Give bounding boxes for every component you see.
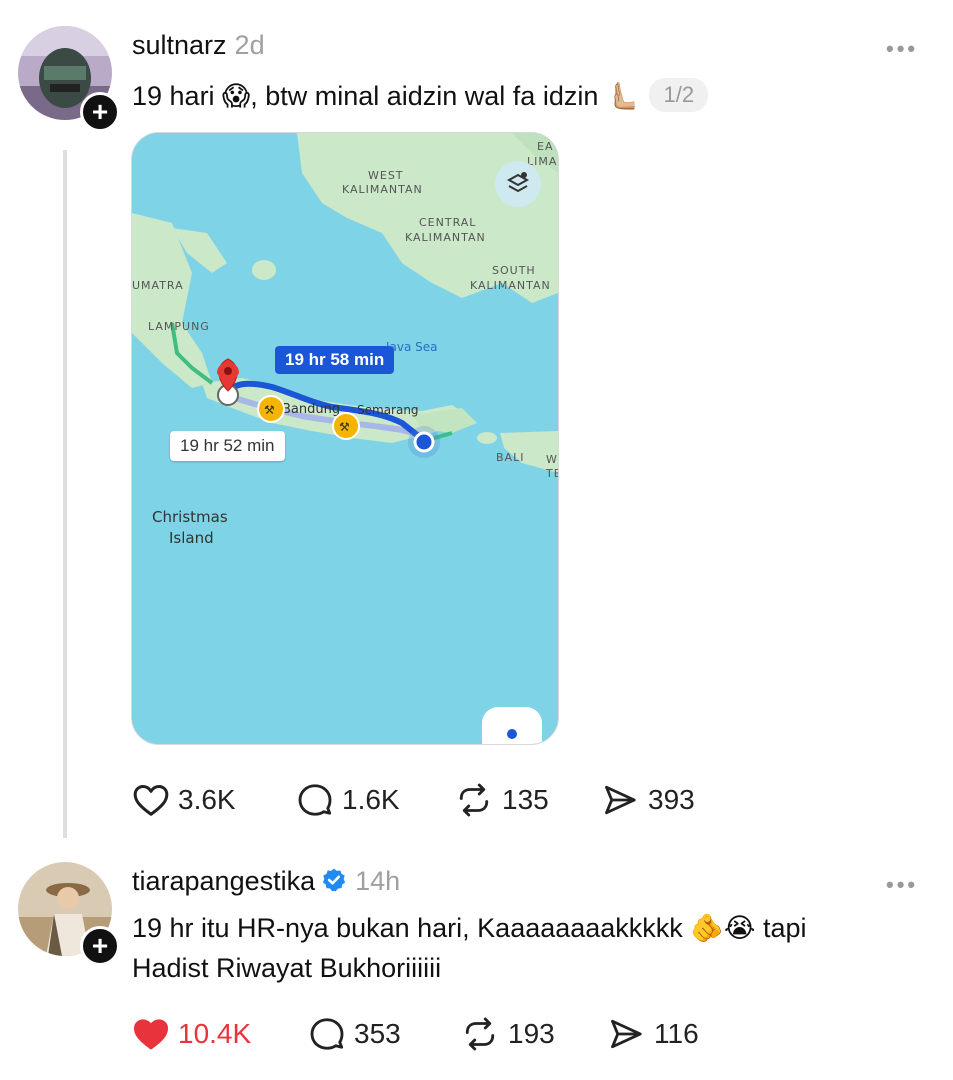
- thread-line: [63, 150, 67, 838]
- share-count: 116: [654, 1018, 699, 1049]
- map-label: LAMPUNG: [148, 320, 210, 333]
- route-time-primary-label: 19 hr 58 min: [285, 350, 385, 369]
- map-label: Island: [169, 529, 214, 547]
- repost-count: 193: [508, 1018, 555, 1049]
- follow-plus-icon[interactable]: +: [80, 92, 120, 132]
- map-label: CENTRAL: [419, 216, 476, 229]
- svg-text:⚒: ⚒: [339, 420, 350, 434]
- like-count: 3.6K: [178, 784, 236, 815]
- my-location-icon[interactable]: [482, 707, 542, 744]
- comment-button[interactable]: 353: [308, 1016, 401, 1052]
- username[interactable]: sultnarz: [132, 30, 227, 60]
- share-button[interactable]: 393: [600, 782, 695, 818]
- page-indicator: 1/2: [649, 78, 709, 112]
- share-count: 393: [648, 784, 695, 815]
- comment-icon: [310, 1018, 344, 1050]
- more-icon[interactable]: •••: [886, 872, 918, 898]
- post1-header: sultnarz 2d: [132, 30, 265, 61]
- map-image[interactable]: WEST KALIMANTAN CENTRAL KALIMANTAN SOUTH…: [131, 132, 559, 745]
- comment-button[interactable]: 1.6K: [296, 782, 400, 818]
- share-icon: [611, 1019, 642, 1049]
- share-icon: [605, 785, 636, 815]
- map-label: KALIMANTAN: [405, 231, 486, 244]
- post-text-line: 19 hr itu HR-nya bukan hari, Kaaaaaaaakk…: [132, 913, 807, 943]
- repost-icon: [465, 1017, 495, 1051]
- map-label: Christmas: [152, 508, 228, 526]
- layers-icon[interactable]: [495, 161, 541, 207]
- verified-icon: [321, 867, 347, 898]
- map-label: BALI: [496, 451, 524, 464]
- route-time-alt-label: 19 hr 52 min: [180, 436, 275, 455]
- post1-text-row: 19 hari 😱, btw minal aidzin wal fa idzin…: [132, 76, 709, 116]
- map-label: KALIMANTAN: [470, 279, 551, 292]
- map-label: WEST: [368, 169, 404, 182]
- map-label: UMATRA: [132, 279, 184, 292]
- roadwork-icon: ⚒: [332, 412, 360, 440]
- more-icon[interactable]: •••: [886, 36, 918, 62]
- map-label: EA: [537, 140, 553, 153]
- post-time: 2d: [234, 30, 265, 60]
- map-label: Semarang: [357, 403, 419, 417]
- comment-count: 1.6K: [342, 784, 400, 815]
- svg-text:⚒: ⚒: [264, 403, 275, 417]
- map-label: SOUTH: [492, 264, 536, 277]
- post2-header: tiarapangestika 14h: [132, 866, 400, 898]
- origin-dot-icon: [408, 426, 440, 458]
- map-label: Bandung: [282, 402, 340, 417]
- roadwork-icon: ⚒: [257, 395, 285, 423]
- repost-count: 135: [502, 784, 549, 815]
- post-text: 19 hari 😱, btw minal aidzin wal fa idzin…: [132, 81, 640, 111]
- repost-icon: [459, 783, 489, 817]
- map-label: TE: [545, 467, 558, 480]
- route-time-alt[interactable]: 19 hr 52 min: [170, 431, 285, 461]
- like-count: 10.4K: [178, 1018, 252, 1049]
- post-time: 14h: [355, 866, 401, 896]
- repost-button[interactable]: 135: [454, 782, 549, 818]
- map-label: W: [546, 453, 558, 466]
- username[interactable]: tiarapangestika: [132, 866, 315, 896]
- post2-text: 19 hr itu HR-nya bukan hari, Kaaaaaaaakk…: [132, 908, 807, 988]
- comment-count: 353: [354, 1018, 401, 1049]
- comment-icon: [298, 784, 332, 816]
- share-button[interactable]: 116: [606, 1016, 699, 1052]
- map-label: KALIMANTAN: [342, 183, 423, 196]
- like-button[interactable]: 3.6K: [132, 782, 236, 818]
- heart-icon: [133, 785, 169, 816]
- route-time-primary[interactable]: 19 hr 58 min: [275, 346, 395, 374]
- post-text-line: Hadist Riwayat Bukhoriiiiii: [132, 953, 442, 983]
- like-button[interactable]: 10.4K: [132, 1016, 251, 1052]
- repost-button[interactable]: 193: [460, 1016, 555, 1052]
- heart-filled-icon: [133, 1019, 169, 1050]
- follow-plus-icon[interactable]: +: [80, 926, 120, 966]
